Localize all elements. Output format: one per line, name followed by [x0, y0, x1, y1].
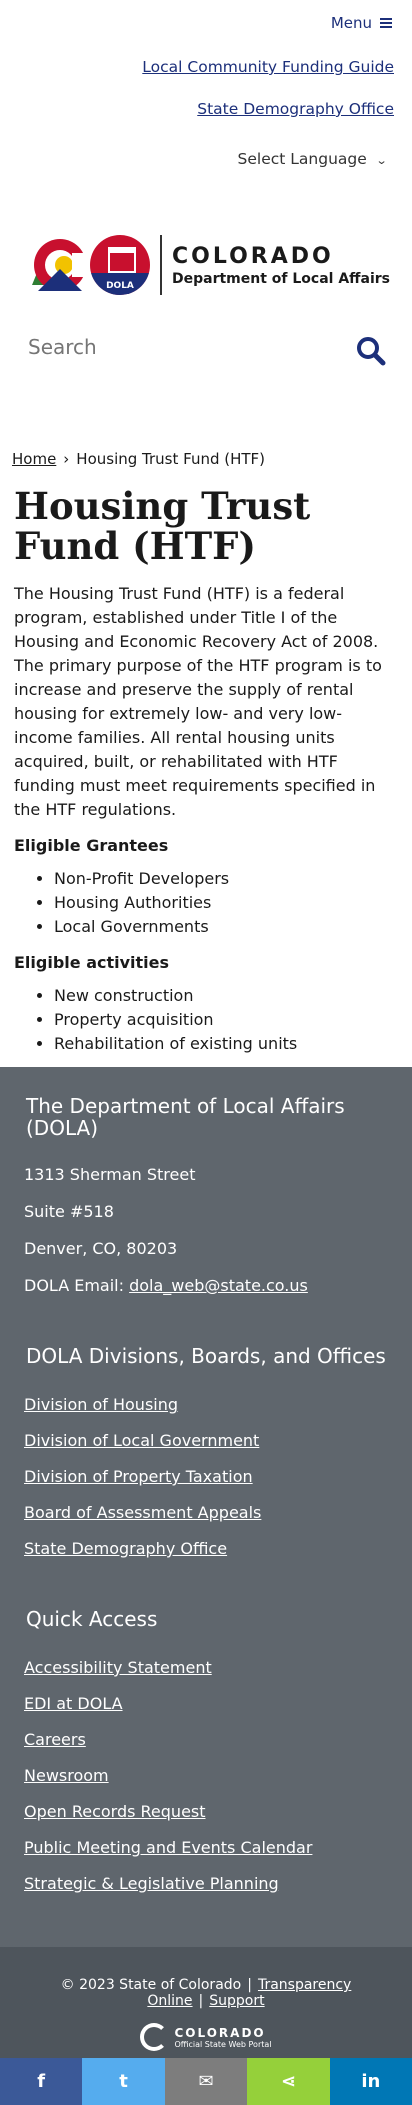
language-select[interactable]: Select Language ⌄: [0, 150, 412, 168]
logo-state-name: COLORADO: [172, 243, 334, 269]
activities-heading: Eligible activities: [14, 953, 170, 972]
footer-quick-link[interactable]: Public Meeting and Events Calendar: [24, 1838, 412, 1857]
hamburger-icon: [380, 18, 392, 28]
footer-quick-access-heading: Quick Access: [26, 1607, 158, 1631]
footer-quick-link[interactable]: Accessibility Statement: [24, 1658, 412, 1677]
support-link[interactable]: Support: [209, 1993, 264, 2009]
facebook-share-button[interactable]: f: [0, 2058, 83, 2105]
search-bar: [26, 334, 392, 374]
footer-division-link[interactable]: Division of Local Government: [24, 1431, 412, 1450]
footer-division-link[interactable]: Board of Assessment Appeals: [24, 1503, 412, 1522]
footer-quick-link[interactable]: Newsroom: [24, 1766, 412, 1785]
email-share-button[interactable]: ✉: [164, 2058, 248, 2105]
footer-dept-heading: The Department of Local Affairs (DOLA): [26, 1094, 345, 1140]
email-icon: ✉: [198, 2071, 214, 2092]
footer-division-link[interactable]: State Demography Office: [24, 1539, 412, 1558]
footer-email-line: DOLA Email: dola_web@state.co.us: [24, 1276, 412, 1295]
copyright-line: © 2023 State of Colorado | Transparency On…: [60, 1977, 352, 2009]
breadcrumb-current: Housing Trust Fund (HTF): [76, 450, 266, 468]
language-select-label: Select Language: [237, 150, 367, 168]
footer-divisions-heading: DOLA Divisions, Boards, and Offices: [26, 1344, 386, 1368]
footer-address-line: 1313 Sherman Street: [24, 1165, 196, 1184]
list-item: New construction: [54, 984, 412, 1008]
dola-seal-icon: DOLA: [90, 235, 150, 295]
colorado-c-logo-icon: [24, 233, 88, 297]
footer-quick-link[interactable]: Open Records Request: [24, 1802, 412, 1821]
list-item: Property acquisition: [54, 1008, 412, 1032]
local-funding-guide-link[interactable]: Local Community Funding Guide: [0, 58, 412, 76]
dola-badge-text: DOLA: [106, 281, 134, 291]
top-nav: Menu: [0, 0, 412, 50]
logo-text: COLORADO Department of Local Affairs: [172, 244, 390, 287]
linkedin-share-button[interactable]: in: [329, 2058, 412, 2105]
grantees-heading: Eligible Grantees: [14, 836, 169, 855]
linkedin-icon: in: [361, 2071, 381, 2092]
intro-paragraph: The Housing Trust Fund (HTF) is a federa…: [14, 584, 382, 819]
menu-button[interactable]: Menu: [331, 14, 392, 32]
share-button[interactable]: ⋖: [247, 2058, 330, 2105]
logo-dept-name: Department of Local Affairs: [172, 270, 390, 287]
footer-email-label: DOLA Email:: [24, 1276, 130, 1295]
state-logo-name: COLORADO: [174, 2025, 266, 2040]
footer-quick-link[interactable]: Strategic & Legislative Planning: [24, 1874, 412, 1893]
footer-division-link[interactable]: Division of Property Taxation: [24, 1467, 412, 1486]
breadcrumb-home-link[interactable]: Home: [12, 450, 56, 468]
search-icon[interactable]: [356, 336, 386, 366]
colorado-c-icon: [140, 2023, 169, 2051]
twitter-share-button[interactable]: t: [82, 2058, 165, 2105]
footer-email-link[interactable]: dola_web@state.co.us: [129, 1276, 308, 1295]
bottom-bar: © 2023 State of Colorado | Transparency On…: [0, 1947, 412, 2058]
facebook-icon: f: [37, 2071, 46, 2092]
chevron-down-icon: ⌄: [375, 154, 388, 167]
footer-quick-link[interactable]: EDI at DOLA: [24, 1694, 412, 1713]
list-item: Non-Profit Developers: [54, 867, 412, 891]
twitter-icon: t: [119, 2071, 128, 2092]
breadcrumb: Home › Housing Trust Fund (HTF): [12, 450, 412, 468]
logo-divider: [160, 235, 162, 295]
footer-address-line: Suite #518: [24, 1202, 114, 1221]
state-logo-tagline: Official State Web Portal: [174, 2039, 272, 2049]
site-footer: The Department of Local Affairs (DOLA) 1…: [0, 1067, 412, 1947]
menu-label: Menu: [330, 14, 372, 32]
list-item: Rehabilitation of existing units: [54, 1032, 412, 1056]
footer-division-link[interactable]: Division of Housing: [24, 1395, 412, 1414]
grantees-list: Non-Profit Developers Housing Authoritie…: [0, 867, 412, 939]
breadcrumb-separator-icon: ›: [63, 450, 70, 468]
share-icon: ⋖: [280, 2071, 296, 2092]
footer-address-line: Denver, CO, 80203: [24, 1239, 178, 1258]
share-bar: f t ✉ ⋖ in: [0, 2058, 412, 2105]
search-input[interactable]: [26, 334, 330, 360]
state-portal-logo[interactable]: COLORADO Official State Web Portal: [0, 2023, 412, 2051]
page-title: Housing Trust Fund (HTF): [14, 484, 311, 568]
dola-logo[interactable]: DOLA COLORADO Department of Local Affair…: [24, 230, 412, 300]
footer-quick-link[interactable]: Careers: [24, 1730, 412, 1749]
activities-list: New construction Property acquisition Re…: [0, 984, 412, 1056]
copyright-text: © 2023 State of Colorado: [60, 1977, 242, 1993]
state-demography-link[interactable]: State Demography Office: [0, 100, 412, 118]
list-item: Housing Authorities: [54, 891, 412, 915]
list-item: Local Governments: [54, 915, 412, 939]
